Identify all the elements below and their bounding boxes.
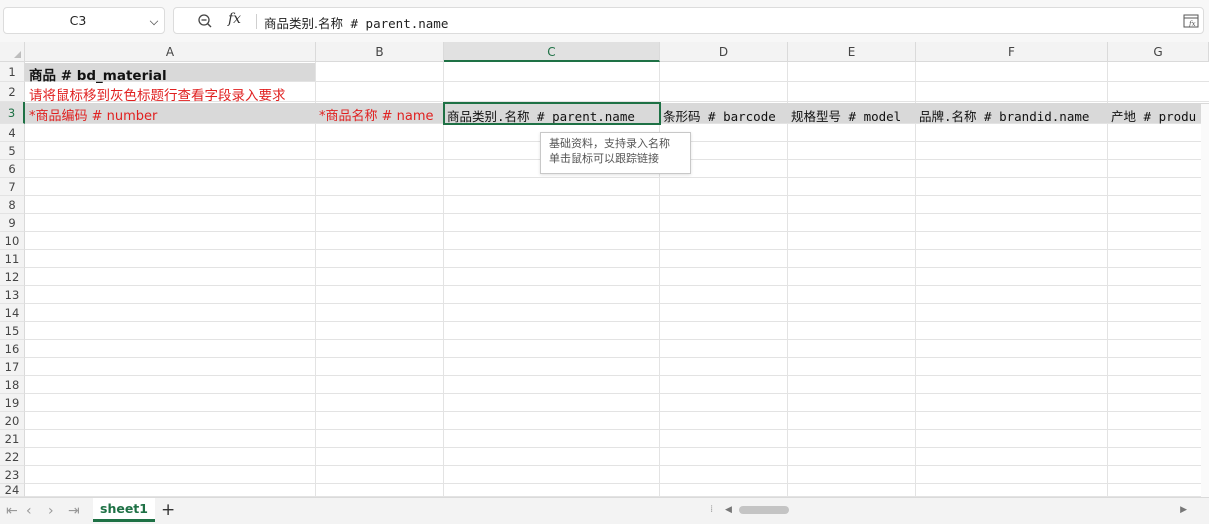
grid-line	[1107, 62, 1108, 497]
tooltip-line-1: 基础资料，支持录入名称	[549, 137, 670, 150]
name-box[interactable]: C3	[3, 7, 165, 34]
grid-line	[25, 231, 1209, 232]
scrollbar-grip-icon[interactable]: ⁞	[710, 504, 713, 515]
next-sheet-icon[interactable]: ›	[48, 503, 54, 519]
grid-line	[25, 195, 1209, 196]
zoom-out-icon[interactable]	[197, 13, 213, 29]
cell-b3[interactable]: *商品名称 # name	[319, 105, 434, 124]
formula-text-cjk: 商品类别.名称	[264, 16, 343, 31]
grid-line	[443, 62, 444, 497]
grid-line	[25, 393, 1209, 394]
grid-line	[25, 249, 1209, 250]
grid-line	[25, 303, 1209, 304]
formula-text[interactable]: 商品类别.名称 # parent.name	[264, 13, 448, 32]
cell-tooltip: 基础资料，支持录入名称 单击鼠标可以跟踪链接	[540, 132, 691, 174]
grid-line	[25, 285, 1209, 286]
row-header[interactable]: 1	[0, 62, 25, 82]
add-sheet-button[interactable]: +	[161, 500, 175, 520]
grid-line	[25, 267, 1209, 268]
cell-a2[interactable]: 请将鼠标移到灰色标题行查看字段录入要求	[29, 84, 286, 104]
prev-sheet-icon[interactable]: ‹	[26, 503, 32, 519]
cell-a3[interactable]: *商品编码 # number	[29, 105, 157, 124]
select-all-corner[interactable]	[0, 42, 25, 62]
grid-line	[25, 339, 1209, 340]
scrollbar-thumb[interactable]	[739, 506, 789, 514]
row-header[interactable]: 2	[0, 82, 25, 102]
grid-line	[25, 213, 1209, 214]
sheet-tab-bar: ⇤ ‹ › ⇥ sheet1 + ⁞ ◀ ▶	[0, 497, 1209, 524]
first-sheet-icon[interactable]: ⇤	[6, 503, 18, 519]
row-header[interactable]: 11	[0, 250, 25, 268]
formula-text-rest: # parent.name	[342, 16, 449, 31]
row-header[interactable]: 22	[0, 448, 25, 466]
column-header-a[interactable]: A	[25, 42, 316, 62]
row-header[interactable]: 9	[0, 214, 25, 232]
cell-g3[interactable]: 产地 # produ	[1111, 106, 1201, 125]
row-header[interactable]: 15	[0, 322, 25, 340]
cell-f3[interactable]: 品牌.名称 # brandid.name	[919, 106, 1107, 125]
grid-line	[315, 62, 316, 497]
grid-line	[25, 177, 1209, 178]
row-header[interactable]: 5	[0, 142, 25, 160]
function-icon[interactable]: fx	[228, 11, 241, 27]
row-header[interactable]: 4	[0, 124, 25, 142]
grid-line	[787, 62, 788, 497]
grid-line	[659, 62, 660, 497]
row-header[interactable]: 23	[0, 466, 25, 484]
grid-line	[25, 321, 1209, 322]
horizontal-scrollbar[interactable]: ⁞ ◀ ▶	[710, 498, 1209, 524]
row-header[interactable]: 20	[0, 412, 25, 430]
row-header[interactable]: 17	[0, 358, 25, 376]
row-header[interactable]: 6	[0, 160, 25, 178]
svg-text:fx: fx	[1188, 20, 1196, 28]
column-header-b[interactable]: B	[316, 42, 444, 62]
grid-line	[25, 429, 1209, 430]
grid-line	[25, 81, 1209, 82]
row-header[interactable]: 14	[0, 304, 25, 322]
grid-line	[25, 447, 1209, 448]
row-header[interactable]: 19	[0, 394, 25, 412]
grid-line	[915, 62, 916, 497]
name-box-value: C3	[69, 13, 87, 28]
column-header-e[interactable]: E	[788, 42, 916, 62]
sheet-tab-sheet1[interactable]: sheet1	[93, 498, 155, 522]
tooltip-line-2: 单击鼠标可以跟踪链接	[549, 152, 659, 165]
row-header[interactable]: 24	[0, 484, 25, 497]
column-header-d[interactable]: D	[660, 42, 788, 62]
grid-line	[25, 357, 1209, 358]
grid-line	[25, 465, 1209, 466]
row-header[interactable]: 13	[0, 286, 25, 304]
vertical-scrollbar[interactable]	[1201, 104, 1209, 497]
cell-e3[interactable]: 规格型号 # model	[791, 106, 915, 125]
cell-a1[interactable]: 商品 # bd_material	[29, 64, 167, 84]
scroll-left-icon[interactable]: ◀	[725, 505, 732, 515]
grid-line	[25, 483, 1209, 484]
row-header[interactable]: 10	[0, 232, 25, 250]
row-header[interactable]: 12	[0, 268, 25, 286]
active-cell-selection[interactable]	[443, 102, 661, 125]
spreadsheet-grid[interactable]: A B C D E F G 1 2 3 4 5 6 7 8 9 10 11 12 13 14 15 16 17 1…	[0, 42, 1209, 497]
formula-divider	[256, 14, 257, 29]
cell-d3[interactable]: 条形码 # barcode	[663, 106, 787, 125]
row-header[interactable]: 3	[0, 102, 25, 124]
formula-input[interactable]: fx 商品类别.名称 # parent.name fx	[173, 7, 1204, 34]
row-header[interactable]: 7	[0, 178, 25, 196]
column-header-c[interactable]: C	[444, 42, 660, 62]
corner-triangle-icon	[14, 51, 21, 58]
column-header-f[interactable]: F	[916, 42, 1108, 62]
row-header[interactable]: 21	[0, 430, 25, 448]
grid-line	[25, 375, 1209, 376]
grid-line	[25, 411, 1209, 412]
row-header[interactable]: 16	[0, 340, 25, 358]
row-header[interactable]: 8	[0, 196, 25, 214]
row-header[interactable]: 18	[0, 376, 25, 394]
column-header-g[interactable]: G	[1108, 42, 1209, 62]
formula-bar-area: C3 fx 商品类别.名称 # parent.name fx	[0, 0, 1209, 42]
formula-editor-icon[interactable]: fx	[1183, 13, 1199, 29]
last-sheet-icon[interactable]: ⇥	[68, 503, 80, 519]
scroll-right-icon[interactable]: ▶	[1180, 505, 1187, 515]
